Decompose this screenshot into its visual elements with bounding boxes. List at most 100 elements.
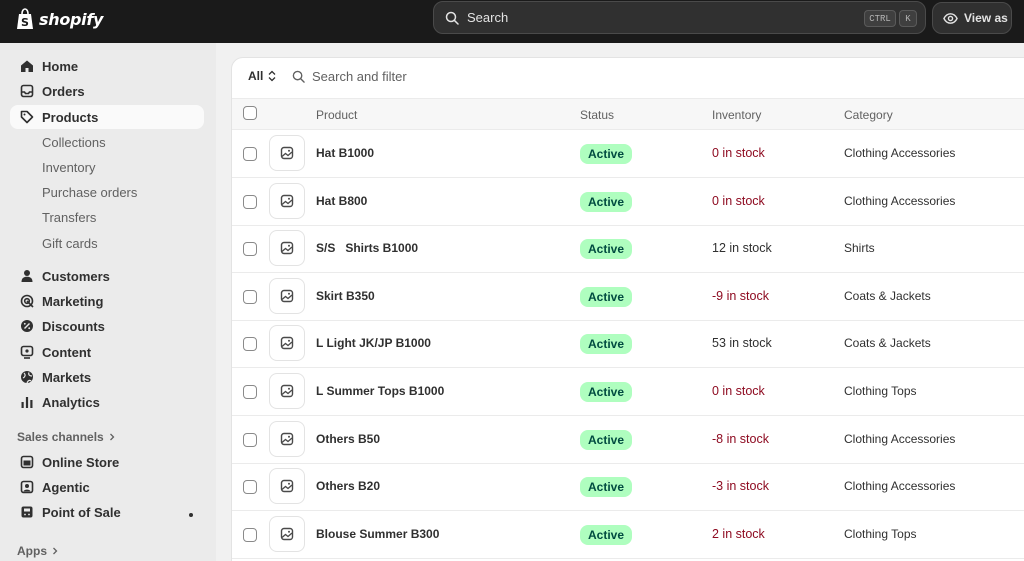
product-name[interactable]: L Light JK/JP B1000 <box>316 336 431 350</box>
table-row[interactable]: Blouse Summer B300 Active 2 in stock Clothi… <box>232 511 1024 559</box>
sidebar-item-label: Customers <box>42 268 110 284</box>
category-value: Coats & Jackets <box>844 288 931 303</box>
product-name[interactable]: Others B50 <box>316 432 380 446</box>
row-checkbox[interactable] <box>243 432 257 447</box>
sort-icon <box>268 70 276 82</box>
product-name[interactable]: Hat B1000 <box>316 146 374 160</box>
view-as-button[interactable]: View as <box>932 2 1012 34</box>
table-row[interactable]: L Light JK/JP B1000 Active 53 in stock Coat… <box>232 320 1024 369</box>
shopify-logo[interactable]: S shopify <box>15 7 103 31</box>
row-checkbox[interactable] <box>243 385 257 399</box>
column-header-category[interactable]: Category <box>844 108 893 122</box>
product-thumbnail[interactable] <box>269 182 305 219</box>
row-checkbox[interactable] <box>243 337 257 352</box>
person-icon <box>19 269 34 284</box>
product-thumbnail[interactable] <box>269 420 305 457</box>
inbox-icon <box>19 84 34 99</box>
table-row[interactable]: Hat B1000 Active 0 in stock Clothing Access… <box>232 130 1024 178</box>
product-thumbnail[interactable] <box>269 515 305 552</box>
search-filter-input[interactable]: Search and filter <box>292 69 407 84</box>
sidebar-item-point-of-sale[interactable]: Point of Sale <box>10 500 204 524</box>
chevron-right-icon <box>109 433 115 441</box>
sidebar-subitem-collections[interactable]: Collections <box>42 132 106 152</box>
home-icon <box>19 59 34 74</box>
image-placeholder-icon <box>280 479 294 493</box>
sidebar-item-label: Content <box>42 344 92 360</box>
product-thumbnail[interactable] <box>269 468 305 505</box>
sidebar-subitem-inventory[interactable]: Inventory <box>42 157 95 177</box>
status-badge: Active <box>580 239 633 260</box>
sidebar-item-customers[interactable]: Customers <box>10 264 204 288</box>
status-badge: Active <box>580 334 633 355</box>
sidebar-item-markets[interactable]: Markets <box>10 365 204 389</box>
inventory-value: -9 in stock <box>712 288 769 303</box>
table-row[interactable]: Skirt B350 Active -9 in stock Coats & Jacke… <box>232 273 1024 321</box>
shopify-bag-icon: S <box>17 8 33 29</box>
product-name[interactable]: Others B20 <box>316 479 380 493</box>
apps-header[interactable]: Apps <box>17 543 59 559</box>
product-thumbnail[interactable] <box>269 135 305 171</box>
svg-text:S: S <box>21 16 29 29</box>
status-badge: Active <box>580 524 633 545</box>
product-thumbnail[interactable] <box>269 230 305 267</box>
tab-all[interactable]: All <box>248 69 277 83</box>
image-placeholder-icon <box>280 337 294 350</box>
table-row[interactable]: S/S Shirts B1000 Active 12 in stock Shirts <box>232 225 1024 274</box>
sidebar-item-label: Analytics <box>42 394 100 410</box>
row-checkbox[interactable] <box>243 527 257 542</box>
global-search[interactable]: Search CTRL K <box>433 1 926 34</box>
product-thumbnail[interactable] <box>269 373 305 409</box>
product-name[interactable]: S/S Shirts B1000 <box>316 241 418 255</box>
table-row[interactable]: L Summer Tops B1000 Active 0 in stock Cloth… <box>232 368 1024 416</box>
product-name[interactable]: Hat B800 <box>316 194 367 208</box>
sidebar-item-orders[interactable]: Orders <box>10 79 204 103</box>
product-thumbnail[interactable] <box>269 325 305 362</box>
sidebar-item-label: Markets <box>42 369 92 385</box>
shortcut-ctrl: CTRL <box>864 10 896 27</box>
product-name[interactable]: Skirt B350 <box>316 289 375 303</box>
product-name[interactable]: Blouse Summer B300 <box>316 527 439 541</box>
sales-channels-header[interactable]: Sales channels <box>17 429 116 445</box>
chevron-right-icon <box>53 547 58 555</box>
row-checkbox[interactable] <box>243 147 257 161</box>
sidebar-item-label: Discounts <box>42 318 105 334</box>
column-header-product[interactable]: Product <box>316 108 357 122</box>
table-row[interactable]: Hat B800 Active 0 in stock Clothing Accesso… <box>232 178 1024 226</box>
search-filter-placeholder: Search and filter <box>312 69 407 84</box>
globe-icon <box>19 370 34 385</box>
sidebar-item-label: Online Store <box>42 454 120 470</box>
sidebar-item-marketing[interactable]: Marketing <box>10 289 204 313</box>
table-header: Product Status Inventory Category <box>232 98 1024 130</box>
eye-icon <box>943 12 958 24</box>
sidebar-item-content[interactable]: Content <box>10 340 204 364</box>
select-all-checkbox[interactable] <box>243 106 257 120</box>
row-checkbox[interactable] <box>243 289 257 304</box>
sidebar-subitem-transfers[interactable]: Transfers <box>42 207 96 227</box>
sidebar-item-online-store[interactable]: Online Store <box>10 450 204 474</box>
sidebar-item-label: Home <box>42 58 79 74</box>
row-checkbox[interactable] <box>243 242 257 257</box>
sidebar-subitem-gift-cards[interactable]: Gift cards <box>42 233 98 253</box>
status-badge: Active <box>580 191 633 212</box>
category-value: Coats & Jackets <box>844 336 931 351</box>
table-row[interactable]: Others B50 Active -8 in stock Clothing Acce… <box>232 416 1024 464</box>
column-header-status[interactable]: Status <box>580 108 614 122</box>
row-checkbox[interactable] <box>243 194 257 209</box>
sidebar-item-discounts[interactable]: Discounts <box>10 314 204 338</box>
sidebar-item-home[interactable]: Home <box>10 54 204 78</box>
tag-icon <box>19 110 34 125</box>
sidebar-item-analytics[interactable]: Analytics <box>10 390 204 414</box>
row-checkbox[interactable] <box>243 480 257 495</box>
inventory-value: 0 in stock <box>712 193 765 208</box>
sidebar-item-products[interactable]: Products <box>10 105 204 129</box>
logo-text: shopify <box>39 9 104 29</box>
product-name[interactable]: L Summer Tops B1000 <box>316 384 444 398</box>
product-thumbnail[interactable] <box>269 277 305 314</box>
sidebar-item-agentic[interactable]: Agentic <box>10 475 204 499</box>
search-icon <box>292 70 305 83</box>
column-header-inventory[interactable]: Inventory <box>712 108 761 122</box>
search-icon <box>445 11 459 25</box>
status-badge: Active <box>580 144 633 164</box>
table-row[interactable]: Others B20 Active -3 in stock Clothing Acce… <box>232 463 1024 512</box>
sidebar-subitem-purchase-orders[interactable]: Purchase orders <box>42 182 137 202</box>
